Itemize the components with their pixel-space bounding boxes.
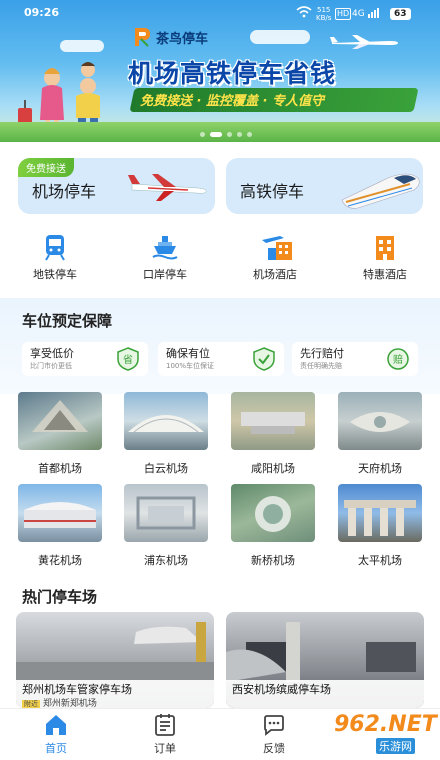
svg-text:赔: 赔 — [393, 353, 403, 366]
nav-label: 机场酒店 — [253, 268, 297, 281]
airport-name: 黄花机场 — [38, 554, 82, 567]
airport-photo — [18, 392, 102, 450]
airport-name: 浦东机场 — [144, 554, 188, 567]
airport-card[interactable]: 天府机场 — [338, 392, 422, 476]
airport-name: 咸阳机场 — [251, 462, 295, 475]
airport-photo — [124, 392, 208, 450]
brand: 茶鸟停车 — [132, 26, 208, 48]
nav-label: 特惠酒店 — [363, 268, 407, 281]
airport-photo — [231, 484, 315, 542]
guarantee-item-title: 享受低价 — [30, 347, 74, 360]
parking-lot-caption: 西安机场缤威停车场 — [226, 680, 424, 708]
airport-photo — [338, 392, 422, 450]
airport-parking-label: 机场停车 — [32, 182, 97, 201]
quick-nav: 地铁停车 口岸停车 机场酒店 特惠酒店 — [0, 232, 440, 284]
nav-airport-hotel[interactable]: 机场酒店 — [230, 232, 320, 282]
guarantee-item-desc: 100%车位保证 — [166, 362, 215, 370]
airport-card[interactable]: 咸阳机场 — [231, 392, 315, 476]
banner-slogan: 机场高铁停车省钱 — [128, 59, 337, 88]
order-list-icon — [153, 713, 177, 737]
status-time: 09:26 — [24, 6, 60, 19]
tab-orders[interactable]: 订单 — [135, 713, 195, 756]
guarantee-section: 车位预定保障 享受低价 比门市价更低 省 确保有位 100%车位保证 先行赔付 … — [0, 298, 440, 394]
guarantee-item-title: 先行赔付 — [300, 347, 344, 360]
signal-icon: 4G — [352, 7, 382, 22]
airport-photo — [124, 484, 208, 542]
guarantee-item-desc: 责任明确先赔 — [300, 362, 342, 370]
nav-label: 口岸停车 — [143, 268, 187, 281]
parking-lot-caption: 郑州机场车管家停车场 附近 郑州新郑机场 — [16, 680, 214, 708]
tab-home[interactable]: 首页 — [26, 713, 86, 756]
airplane-icon — [128, 174, 207, 201]
plane-icon — [330, 34, 400, 50]
rail-parking-card[interactable]: 高铁停车 — [226, 158, 423, 214]
cloud-decoration — [60, 40, 104, 52]
watermark-subtext: 乐游网 — [376, 738, 415, 754]
airport-card[interactable]: 黄花机场 — [18, 484, 102, 568]
airport-photo — [18, 484, 102, 542]
brand-name: 茶鸟停车 — [156, 31, 209, 47]
train-icon — [341, 173, 420, 209]
banner-ribbon-text: 免费接送 · 监控覆盖 · 专人值守 — [140, 94, 324, 109]
airport-card[interactable]: 白云机场 — [124, 392, 208, 476]
nav-discount-hotel[interactable]: 特惠酒店 — [340, 232, 430, 282]
airport-card[interactable]: 首都机场 — [18, 392, 102, 476]
airport-photo — [231, 392, 315, 450]
airport-photo — [338, 484, 422, 542]
tab-label: 订单 — [154, 742, 176, 755]
parking-lot-card[interactable]: 西安机场缤威停车场 — [226, 612, 424, 708]
airport-card[interactable]: 浦东机场 — [124, 484, 208, 568]
airport-parking-card[interactable]: 免费接送 机场停车 — [18, 158, 215, 214]
airport-name: 首都机场 — [38, 462, 82, 475]
parking-lot-card[interactable]: 郑州机场车管家停车场 附近 郑州新郑机场 — [16, 612, 214, 708]
watermark-text: 962.NET — [334, 712, 437, 737]
guarantee-low-price: 享受低价 比门市价更低 省 — [22, 342, 148, 376]
hd-badge: HD — [335, 8, 352, 20]
parking-lot-name: 西安机场缤威停车场 — [232, 683, 331, 696]
airport-card[interactable]: 新桥机场 — [231, 484, 315, 568]
ship-icon — [150, 232, 180, 262]
wifi-icon — [296, 6, 312, 21]
hot-parking-title: 热门停车场 — [22, 588, 98, 606]
brand-logo-icon — [132, 26, 152, 48]
airport-hotel-icon — [260, 232, 292, 262]
discount-hotel-icon — [370, 232, 400, 262]
promo-banner[interactable]: 09:26 515 KB/s HD 4G 63 茶鸟停车 机场高铁停车省钱 免费接… — [0, 0, 440, 142]
nav-label: 地铁停车 — [33, 268, 77, 281]
nav-port-parking[interactable]: 口岸停车 — [120, 232, 210, 282]
guarantee-compensation: 先行赔付 责任明确先赔 赔 — [292, 342, 418, 376]
tab-label: 首页 — [45, 742, 67, 755]
airport-name: 新桥机场 — [251, 554, 295, 567]
chat-bubble-icon — [262, 713, 286, 737]
guarantee-item-desc: 比门市价更低 — [30, 362, 72, 370]
battery-indicator: 63 — [390, 8, 411, 20]
nav-metro-parking[interactable]: 地铁停车 — [10, 232, 100, 282]
save-badge-icon: 省 — [117, 347, 139, 371]
net-speed: 515 KB/s — [316, 6, 332, 22]
airport-name: 白云机场 — [144, 462, 188, 475]
banner-pagination — [200, 132, 252, 137]
guarantee-title: 车位预定保障 — [22, 312, 113, 330]
airport-name: 太平机场 — [358, 554, 402, 567]
tab-label: 反馈 — [263, 742, 285, 755]
svg-text:4G: 4G — [352, 9, 365, 19]
parking-lot-desc: 附近 郑州新郑机场 — [22, 699, 97, 708]
nearby-tag: 附近 — [22, 700, 40, 708]
rail-parking-label: 高铁停车 — [240, 182, 305, 201]
guarantee-item-title: 确保有位 — [166, 347, 210, 360]
airport-name: 天府机场 — [358, 462, 402, 475]
metro-icon — [40, 232, 70, 262]
tab-feedback[interactable]: 反馈 — [244, 713, 304, 756]
svg-text:省: 省 — [123, 353, 133, 366]
guarantee-spot-assured: 确保有位 100%车位保证 — [158, 342, 284, 376]
site-watermark: 962.NET 乐游网 — [300, 712, 437, 756]
parking-lot-name: 郑州机场车管家停车场 — [22, 683, 132, 696]
status-bar: 09:26 515 KB/s HD 4G 63 — [0, 6, 440, 24]
cloud-decoration — [250, 30, 310, 44]
airport-card[interactable]: 太平机场 — [338, 484, 422, 568]
compensation-badge-icon: 赔 — [387, 348, 409, 370]
home-icon — [44, 713, 68, 737]
free-shuttle-tag: 免费接送 — [18, 158, 74, 177]
check-shield-icon — [253, 347, 275, 371]
